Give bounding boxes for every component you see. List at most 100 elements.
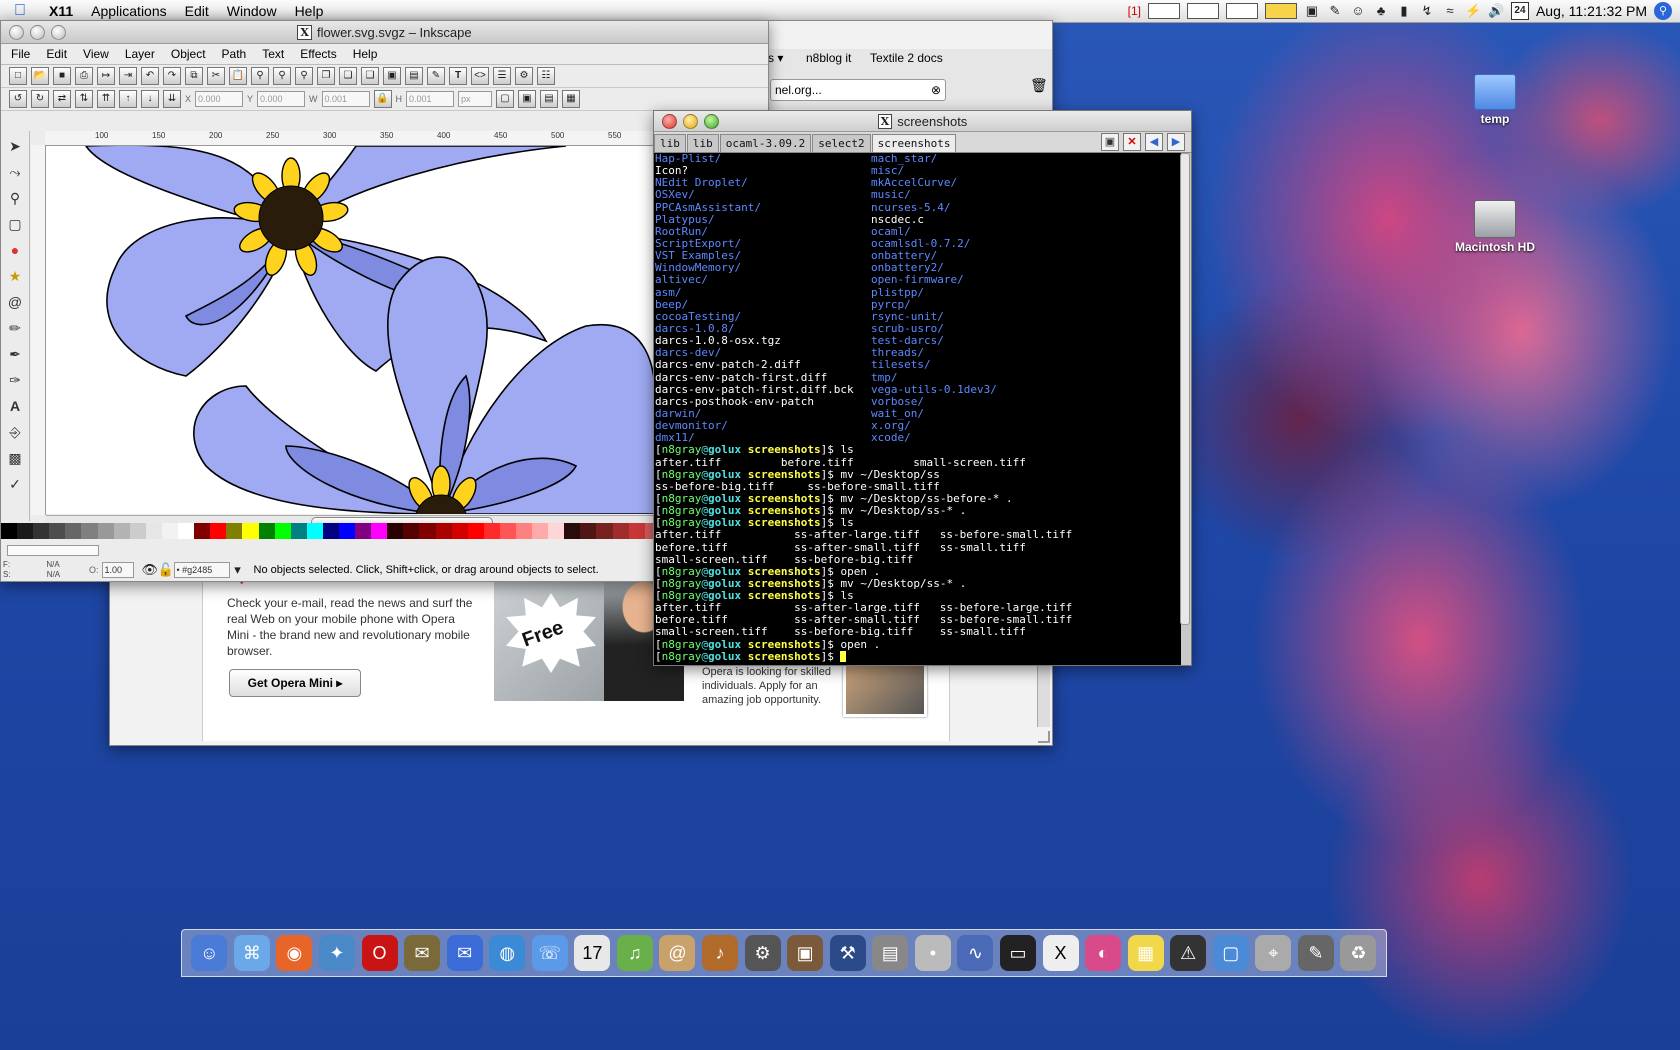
layer-select[interactable]: • #g2485 xyxy=(173,562,230,578)
fill-stroke-icon[interactable]: ✎ xyxy=(427,67,445,85)
align-icon[interactable]: ☰ xyxy=(493,67,511,85)
browser-scrollbar[interactable] xyxy=(1037,661,1050,727)
address-book-icon[interactable]: @ xyxy=(659,935,696,971)
fill-stroke-indicator[interactable]: F: N/A S: N/A xyxy=(1,560,89,580)
close-button[interactable] xyxy=(9,25,24,40)
save-icon[interactable]: ■ xyxy=(53,67,71,85)
dolphin-icon[interactable]: ∿ xyxy=(957,935,994,971)
iphoto-icon[interactable]: ▣ xyxy=(787,935,824,971)
flip-v-icon[interactable]: ⇅ xyxy=(75,90,93,108)
console-icon[interactable]: ⚠ xyxy=(1170,935,1207,971)
space-2-icon[interactable] xyxy=(1186,3,1219,19)
spiral-tool-icon[interactable]: @ xyxy=(4,291,26,313)
palette-swatch[interactable] xyxy=(242,523,259,539)
scroll-thumb[interactable] xyxy=(1180,153,1190,625)
pencil-tool-icon[interactable]: ✏ xyxy=(4,317,26,339)
scale-stroke-icon[interactable]: ▢ xyxy=(496,90,515,108)
wifi-icon[interactable]: ≈ xyxy=(1442,3,1458,19)
opacity-field[interactable]: 1.00 xyxy=(101,562,134,578)
rotate-ccw-icon[interactable]: ↺ xyxy=(9,90,27,108)
palette-swatch[interactable] xyxy=(97,523,114,539)
safari-icon[interactable]: ⌘ xyxy=(233,935,270,971)
duplicate-icon[interactable]: ❐ xyxy=(317,67,335,85)
copy-icon[interactable]: ⧉ xyxy=(185,67,203,85)
ink-menu-edit[interactable]: Edit xyxy=(36,47,73,61)
open-icon[interactable]: 📂 xyxy=(31,67,49,85)
unit-select[interactable]: px xyxy=(458,91,493,107)
camino-icon[interactable]: ✦ xyxy=(318,935,355,971)
zoom-tool-icon[interactable]: ⚲ xyxy=(4,187,26,209)
prev-tab-icon[interactable]: ◀ xyxy=(1145,133,1163,151)
cut-icon[interactable]: ✂ xyxy=(207,67,225,85)
selector-tool-icon[interactable]: ➤ xyxy=(4,135,26,157)
ellipse-tool-icon[interactable]: ● xyxy=(4,239,26,261)
tab-screenshots[interactable]: screenshots xyxy=(871,134,957,152)
calendar-icon[interactable]: 24 xyxy=(1510,2,1529,20)
minimize-button[interactable] xyxy=(683,114,698,129)
new-icon[interactable]: □ xyxy=(9,67,27,85)
clone-icon[interactable]: ❏ xyxy=(339,67,357,85)
unlink-clone-icon[interactable]: ❑ xyxy=(361,67,379,85)
bookmark-overflow[interactable]: s ▾ xyxy=(768,51,783,65)
bookmark-n8blog[interactable]: n8blog it xyxy=(806,51,851,65)
zoom-button[interactable] xyxy=(51,25,66,40)
gradient-tool-icon[interactable]: ▩ xyxy=(4,447,26,469)
palette-swatch[interactable] xyxy=(451,523,468,539)
tab-select2[interactable]: select2 xyxy=(812,134,871,152)
text-tool-icon[interactable]: A xyxy=(4,395,26,417)
palette-swatch[interactable] xyxy=(65,523,82,539)
space-3-icon[interactable] xyxy=(1225,3,1258,19)
spotlight-icon[interactable]: ⚲ xyxy=(1654,2,1672,20)
remote-icon[interactable]: ⌖ xyxy=(1255,935,1292,971)
document-props-icon[interactable]: ☷ xyxy=(537,67,555,85)
xml-editor-icon[interactable]: <> xyxy=(471,67,489,85)
ink-menu-layer[interactable]: Layer xyxy=(115,47,161,61)
menu-window[interactable]: Window xyxy=(218,3,286,19)
undo-icon[interactable]: ↶ xyxy=(141,67,159,85)
ink-menu-object[interactable]: Object xyxy=(161,47,212,61)
layer-lock-icon[interactable]: 🔓 xyxy=(158,562,174,578)
terminal-titlebar[interactable]: X screenshots xyxy=(654,111,1191,132)
x-field[interactable]: 0.000 xyxy=(195,91,244,107)
palette-swatch[interactable] xyxy=(290,523,307,539)
desktop-icon-temp[interactable]: temp xyxy=(1450,74,1540,126)
close-button[interactable] xyxy=(662,114,677,129)
paste-icon[interactable]: 📋 xyxy=(229,67,247,85)
palette-swatch[interactable] xyxy=(338,523,356,539)
palette-swatch[interactable] xyxy=(355,523,372,539)
palette-swatch[interactable] xyxy=(274,523,291,539)
import-icon[interactable]: ↦ xyxy=(97,67,115,85)
palette-swatch[interactable] xyxy=(499,523,516,539)
next-tab-icon[interactable]: ▶ xyxy=(1167,133,1185,151)
ink-menu-view[interactable]: View xyxy=(73,47,115,61)
text-font-icon[interactable]: T xyxy=(449,67,467,85)
tab-lib-2[interactable]: lib xyxy=(686,134,719,152)
palette-swatch[interactable] xyxy=(17,523,34,539)
palette-swatch[interactable] xyxy=(628,523,645,539)
palette-swatch[interactable] xyxy=(226,523,243,539)
zoom-button[interactable] xyxy=(704,114,719,129)
tab-lib-1[interactable]: lib xyxy=(654,134,686,152)
palette-swatch[interactable] xyxy=(467,523,484,539)
menu-help[interactable]: Help xyxy=(286,3,333,19)
close-tab-icon[interactable]: ⊗ xyxy=(931,80,941,100)
palette-swatch[interactable] xyxy=(1,523,18,539)
stickies-icon[interactable]: ▦ xyxy=(1127,935,1164,971)
trash-icon[interactable]: ♻ xyxy=(1340,935,1377,971)
dropdown-arrow-icon[interactable]: ▾ xyxy=(230,562,246,578)
minimize-button[interactable] xyxy=(30,25,45,40)
redo-icon[interactable]: ↷ xyxy=(163,67,181,85)
lock-icon[interactable]: 🔒 xyxy=(373,90,392,108)
palette-swatch[interactable] xyxy=(403,523,420,539)
apple-menu-icon[interactable]:  xyxy=(0,2,40,20)
growl-icon[interactable]: ♣ xyxy=(1373,3,1389,19)
zoom-slider[interactable] xyxy=(7,545,99,556)
x11-icon[interactable]: X xyxy=(1042,935,1079,971)
print-icon[interactable]: ⎙ xyxy=(75,67,93,85)
network-icon[interactable]: ◍ xyxy=(489,935,526,971)
space-1-icon[interactable] xyxy=(1147,3,1180,19)
folder-icon[interactable]: ▢ xyxy=(1212,935,1249,971)
palette-swatch[interactable] xyxy=(145,523,162,539)
palette-swatch[interactable] xyxy=(580,523,597,539)
palette-swatch[interactable] xyxy=(532,523,549,539)
